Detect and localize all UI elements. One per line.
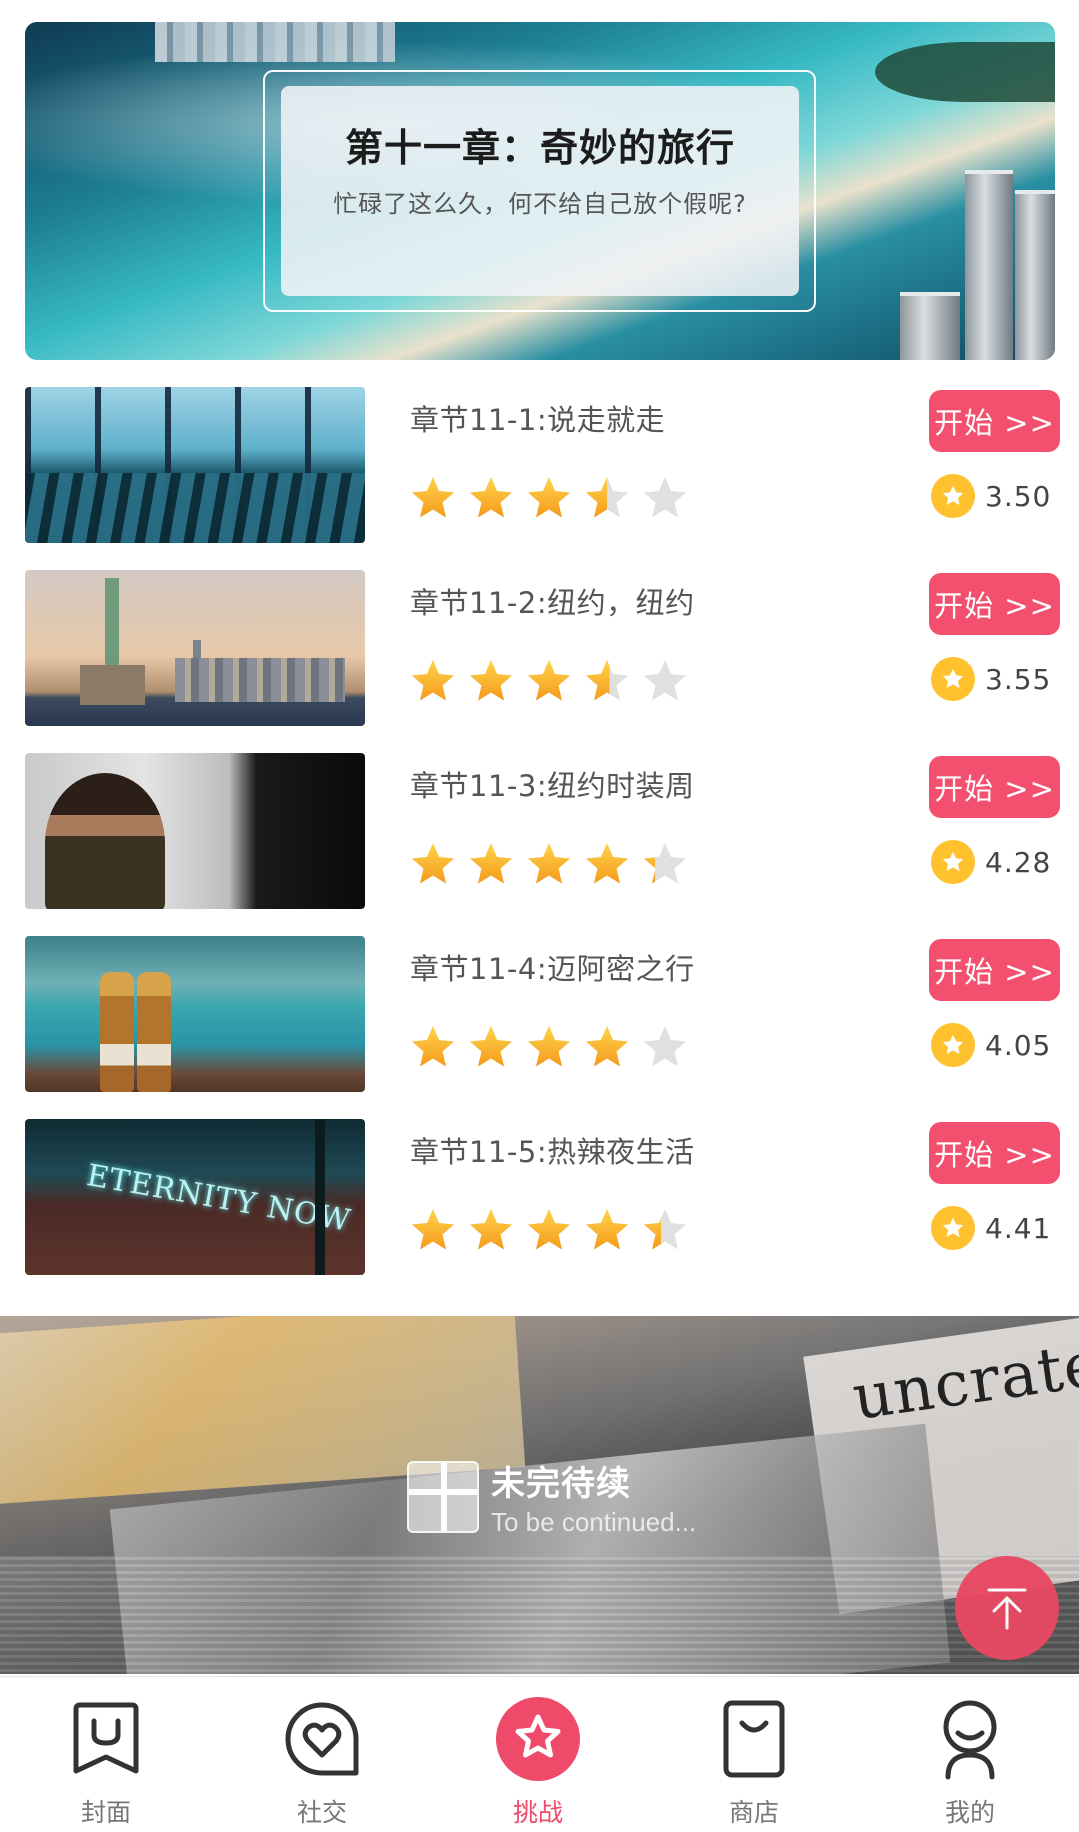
star-icon: [410, 1207, 456, 1253]
chapter-row-title: 章节11-3:纽约时装周: [410, 769, 695, 803]
to-be-continued-banner: uncrate 未完待续 To be continued...: [0, 1316, 1079, 1674]
heart-icon: [285, 1702, 359, 1776]
nav-label: 社交: [296, 1798, 347, 1827]
cover-icon: [73, 1702, 139, 1774]
gift-icon: [407, 1461, 479, 1533]
nav-item-social[interactable]: 社交: [242, 1677, 402, 1832]
chapter-thumbnail[interactable]: [25, 936, 365, 1092]
chapter-row-title: 章节11-5:热辣夜生活: [410, 1135, 695, 1169]
star-icon: [526, 658, 572, 704]
star-icon: [468, 841, 514, 887]
star-icon: [642, 1024, 688, 1070]
star-icon: [584, 658, 630, 704]
profile-icon: [943, 1700, 997, 1780]
score-value: 4.05: [985, 1028, 1052, 1062]
star-coin-icon: [931, 474, 975, 518]
nav-item-cover[interactable]: 封面: [26, 1677, 186, 1832]
continued-subtitle: To be continued...: [491, 1507, 697, 1537]
chapter-row-title: 章节11-2:纽约，纽约: [410, 586, 695, 620]
star-icon: [642, 841, 688, 887]
star-icon: [584, 475, 630, 521]
chapter-subtitle: 忙碌了这么久，何不给自己放个假呢?: [333, 190, 747, 218]
hero-card: 第十一章：奇妙的旅行 忙碌了这么久，何不给自己放个假呢?: [281, 86, 799, 296]
star-coin-icon: [931, 840, 975, 884]
star-icon: [410, 1024, 456, 1070]
star-icon: [410, 658, 456, 704]
chapter-row-title: 章节11-4:迈阿密之行: [410, 952, 695, 986]
chapter-thumbnail[interactable]: ETERNITY NOW: [25, 1119, 365, 1275]
star-icon: [526, 841, 572, 887]
star-icon: [642, 658, 688, 704]
hero-tower: [965, 170, 1013, 360]
star-coin-icon: [931, 1023, 975, 1067]
arrow-up-icon: [987, 1588, 1027, 1630]
start-button[interactable]: 开始 >>: [929, 1122, 1060, 1184]
shopping-bag-icon: [723, 1700, 785, 1778]
score: 4.05: [931, 1022, 1051, 1068]
star-icon: [410, 475, 456, 521]
start-button[interactable]: 开始 >>: [929, 756, 1060, 818]
nav-label: 封面: [80, 1798, 131, 1827]
score-value: 3.55: [985, 662, 1052, 696]
nav-item-shop[interactable]: 商店: [674, 1677, 834, 1832]
hero-tower: [900, 292, 960, 360]
star-icon: [468, 658, 514, 704]
star-icon: [526, 1207, 572, 1253]
star-coin-icon: [931, 1206, 975, 1250]
score-value: 4.41: [985, 1211, 1052, 1245]
score-value: 3.50: [985, 479, 1052, 513]
score: 3.50: [931, 473, 1051, 519]
star-icon: [526, 475, 572, 521]
nav-label: 商店: [728, 1798, 779, 1827]
chapter-row-3[interactable]: 章节11-3:纽约时装周 开始 >> 4.28: [0, 753, 1079, 911]
nav-label: 挑战: [512, 1798, 563, 1827]
start-button[interactable]: 开始 >>: [929, 939, 1060, 1001]
star-icon: [584, 1207, 630, 1253]
star-icon: [584, 841, 630, 887]
star-coin-icon: [931, 657, 975, 701]
continued-title: 未完待续: [491, 1464, 631, 1504]
hero-city-skyline: [155, 22, 395, 62]
nav-label: 我的: [944, 1798, 995, 1827]
chapter-title: 第十一章：奇妙的旅行: [344, 126, 735, 170]
continued-label: 未完待续 To be continued...: [407, 1456, 696, 1538]
bottom-nav: 封面 社交 挑战 商店 我的: [0, 1676, 1079, 1832]
chapter-row-4[interactable]: 章节11-4:迈阿密之行 开始 >> 4.05: [0, 936, 1079, 1094]
nav-item-challenge[interactable]: 挑战: [458, 1677, 618, 1832]
neon-sign-text: ETERNITY NOW: [83, 1158, 354, 1239]
chapter-thumbnail[interactable]: [25, 570, 365, 726]
star-icon: [410, 841, 456, 887]
score: 4.41: [931, 1205, 1051, 1251]
score: 3.55: [931, 656, 1051, 702]
scroll-to-top-button[interactable]: [955, 1556, 1059, 1660]
chapter-row-5[interactable]: ETERNITY NOW 章节11-5:热辣夜生活 开始 >> 4.41: [0, 1119, 1079, 1277]
hero-tower: [1015, 190, 1055, 360]
chapter-thumbnail[interactable]: [25, 387, 365, 543]
star-icon: [584, 1024, 630, 1070]
score: 4.28: [931, 839, 1051, 885]
start-button[interactable]: 开始 >>: [929, 390, 1060, 452]
hero-island: [875, 42, 1055, 102]
star-icon: [642, 475, 688, 521]
star-icon: [468, 1024, 514, 1070]
start-button[interactable]: 开始 >>: [929, 573, 1060, 635]
star-icon: [526, 1024, 572, 1070]
chapter-row-2[interactable]: 章节11-2:纽约，纽约 开始 >> 3.55: [0, 570, 1079, 728]
star-icon: [468, 475, 514, 521]
chapter-row-title: 章节11-1:说走就走: [410, 403, 666, 437]
star-badge-icon: [496, 1697, 580, 1781]
chapter-row-1[interactable]: 章节11-1:说走就走 开始 >> 3.50: [0, 387, 1079, 545]
star-icon: [642, 1207, 688, 1253]
star-icon: [468, 1207, 514, 1253]
score-value: 4.28: [985, 845, 1052, 879]
chapter-thumbnail[interactable]: [25, 753, 365, 909]
nav-item-mine[interactable]: 我的: [890, 1677, 1050, 1832]
